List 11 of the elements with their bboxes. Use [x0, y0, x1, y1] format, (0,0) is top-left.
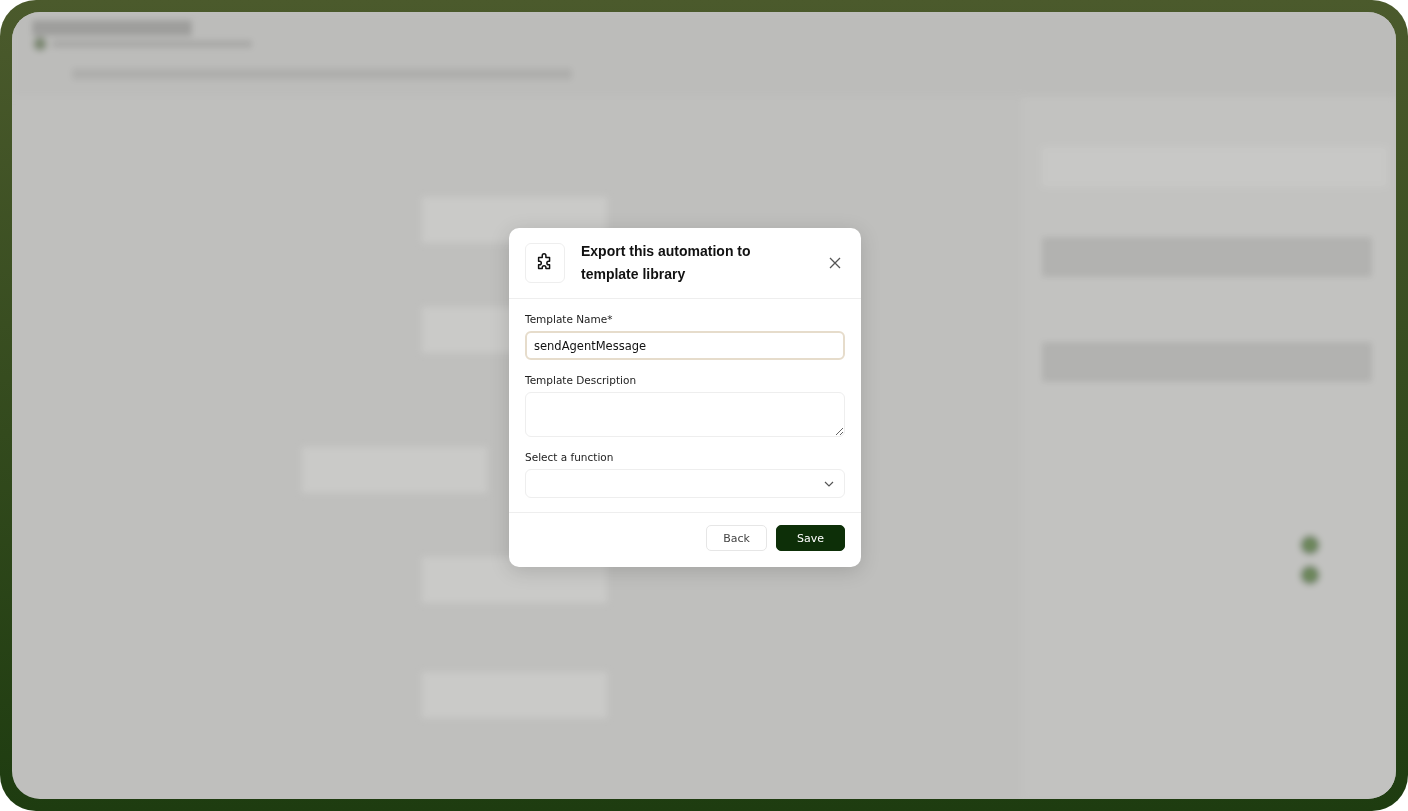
function-select[interactable]	[525, 469, 845, 498]
field-label: Template Description	[525, 374, 638, 386]
name-input[interactable]: sendAgentMessage	[525, 331, 845, 360]
puzzle-icon	[525, 243, 565, 283]
chevron-down-icon	[824, 480, 834, 487]
back-button[interactable]: Back	[706, 525, 767, 551]
field-label: Select a function	[525, 451, 615, 463]
field-label: Template Name*	[525, 313, 614, 325]
description-field[interactable]	[525, 392, 845, 437]
save-button[interactable]: Save	[776, 525, 845, 551]
dialog-title: Export this automation to template library	[581, 242, 752, 284]
